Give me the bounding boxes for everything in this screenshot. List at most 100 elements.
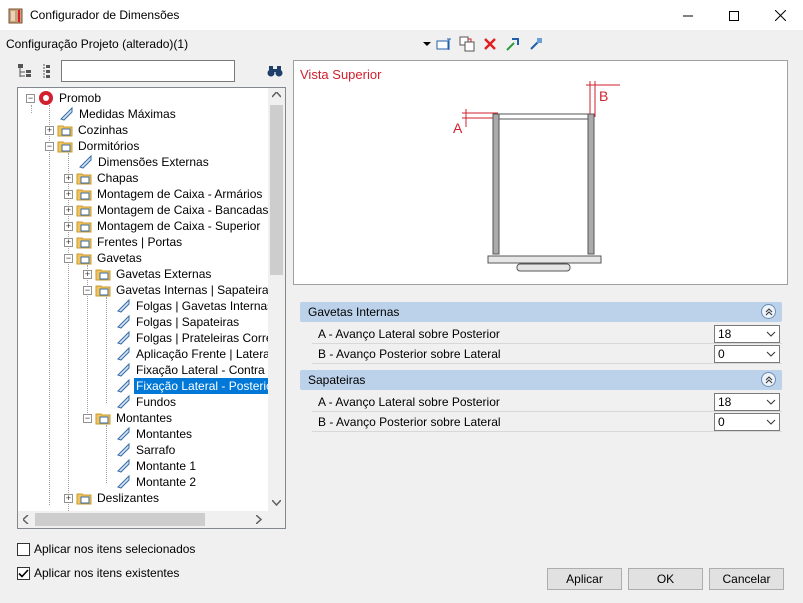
apply-existing-label: Aplicar nos itens existentes [34, 566, 180, 580]
tree-item-folgas-gavetas[interactable]: Folgas | Gavetas Internas [115, 298, 275, 314]
tree-item-chapas[interactable]: + Chapas [64, 170, 140, 186]
expand-toggle[interactable]: + [64, 173, 73, 183]
expand-toggle[interactable]: + [64, 221, 73, 231]
collapse-group-icon[interactable] [761, 372, 776, 387]
tree-item-montagem-superior[interactable]: + Montagem de Caixa - Superior [64, 218, 262, 234]
property-value: 0 [718, 347, 725, 361]
tree-horizontal-scrollbar[interactable] [18, 511, 268, 528]
tree-item-label-selected: Fixação Lateral - Posterior [134, 378, 279, 394]
tree-item-label: Gavetas [97, 251, 142, 265]
collapse-all-icon[interactable] [38, 62, 56, 80]
apply-selected-checkbox[interactable] [17, 542, 30, 556]
tree-item-fundos[interactable]: Fundos [115, 394, 178, 410]
tag-icon [117, 426, 130, 441]
apply-selected-label: Aplicar nos itens selecionados [34, 542, 196, 556]
delete-icon[interactable] [481, 35, 499, 53]
tree-item-fixacao-contra-frente[interactable]: Fixação Lateral - Contra Fre [115, 362, 286, 378]
scroll-down-icon[interactable] [272, 500, 281, 506]
scroll-up-icon[interactable] [272, 92, 281, 98]
minimize-button[interactable] [665, 0, 711, 31]
import-icon[interactable] [504, 35, 522, 53]
maximize-button[interactable] [711, 0, 757, 31]
tree-item-folgas-sapateiras[interactable]: Folgas | Sapateiras [115, 314, 241, 330]
tag-icon [117, 378, 130, 393]
folder-open-icon [76, 253, 92, 265]
expand-toggle[interactable]: + [64, 205, 73, 215]
tree-item-folgas-prateleiras[interactable]: Folgas | Prateleiras Corrediç [115, 330, 285, 346]
tree-item-label: Fundos [136, 395, 177, 409]
tree-item-aplicacao-frente[interactable]: Aplicação Frente | Lateral [115, 346, 275, 362]
tree-view[interactable]: − Promob Medidas Máximas + Cozinhas − Do… [17, 87, 286, 529]
property-value-dropdown[interactable]: 18 [714, 393, 780, 411]
tree-item-label: Folgas | Sapateiras [136, 315, 240, 329]
apply-existing-checkbox[interactable] [17, 566, 30, 580]
drawer-top-view-diagram [462, 81, 620, 272]
group-header-sapateiras[interactable]: Sapateiras [300, 370, 782, 390]
tree-scroll-thumb[interactable] [270, 105, 283, 275]
collapse-toggle[interactable]: − [64, 253, 73, 263]
scroll-right-icon[interactable] [256, 515, 262, 524]
tree-item-label: Chapas [97, 171, 139, 185]
property-label: B - Avanço Posterior sobre Lateral [318, 415, 501, 429]
tree-item-promob[interactable]: − Promob [26, 90, 103, 106]
binoculars-icon[interactable] [266, 62, 284, 80]
tree-vertical-scrollbar[interactable] [268, 88, 285, 511]
property-value: 18 [718, 395, 732, 409]
export-icon[interactable] [527, 35, 545, 53]
property-label: A - Avanço Lateral sobre Posterior [318, 395, 500, 409]
tree-hscroll-thumb[interactable] [35, 513, 205, 526]
tree-item-label: Fixação Lateral - Contra Fre [136, 363, 286, 377]
search-input[interactable] [61, 60, 235, 82]
tree-item-fixacao-posterior[interactable]: Fixação Lateral - Posterior [115, 378, 279, 394]
scroll-left-icon[interactable] [23, 515, 29, 524]
expand-toggle[interactable]: + [64, 493, 73, 503]
tree-item-dimensoes-externas[interactable]: Dimensões Externas [77, 154, 211, 170]
close-button[interactable] [757, 0, 803, 31]
apply-button[interactable]: Aplicar [547, 568, 622, 590]
tree-item-label: Montantes [116, 411, 173, 425]
collapse-group-icon[interactable] [761, 304, 776, 319]
tree-item-gavetas-internas[interactable]: − Gavetas Internas | Sapateiras | C [83, 282, 285, 298]
expand-toggle[interactable]: + [64, 237, 73, 247]
apply-existing-option[interactable]: Aplicar nos itens existentes [17, 566, 179, 580]
tree-item-frentes-portas[interactable]: + Frentes | Portas [64, 234, 184, 250]
tree-item-deslizantes[interactable]: + Deslizantes [64, 490, 161, 506]
property-value-dropdown[interactable]: 18 [714, 325, 780, 343]
tree-item-montagem-armarios[interactable]: + Montagem de Caixa - Armários [64, 186, 264, 202]
property-value: 18 [718, 327, 732, 341]
property-value-dropdown[interactable]: 0 [714, 345, 780, 363]
ok-button[interactable]: OK [628, 568, 703, 590]
tree-item-label: Frentes | Portas [97, 235, 183, 249]
tree-item-medidas-maximas[interactable]: Medidas Máximas [58, 106, 178, 122]
tree-item-montante-1[interactable]: Montante 1 [115, 458, 198, 474]
cancel-button[interactable]: Cancelar [709, 568, 784, 590]
expand-toggle[interactable]: + [83, 269, 92, 279]
folder-icon [76, 173, 92, 185]
tree-item-gavetas[interactable]: − Gavetas [64, 250, 144, 266]
copy-config-icon[interactable] [458, 35, 476, 53]
group-header-gavetas-internas[interactable]: Gavetas Internas [300, 302, 782, 322]
tree-item-cozinhas[interactable]: + Cozinhas [45, 122, 130, 138]
tree-item-montantes-folder[interactable]: − Montantes [83, 410, 174, 426]
collapse-toggle[interactable]: − [83, 285, 92, 295]
scroll-corner [268, 511, 285, 528]
apply-selected-option[interactable]: Aplicar nos itens selecionados [17, 542, 195, 556]
tree-item-label: Montantes [136, 427, 193, 441]
expand-toggle[interactable]: + [64, 189, 73, 199]
tree-item-dormitorios[interactable]: − Dormitórios [45, 138, 141, 154]
tree-item-montante-2[interactable]: Montante 2 [115, 474, 198, 490]
property-value-dropdown[interactable]: 0 [714, 413, 780, 431]
preview-panel: Vista Superior A B [293, 60, 788, 285]
collapse-toggle[interactable]: − [26, 93, 35, 103]
tree-item-montagem-bancadas[interactable]: + Montagem de Caixa - Bancadas | Cr [64, 202, 285, 218]
collapse-toggle[interactable]: − [83, 413, 92, 423]
collapse-toggle[interactable]: − [45, 141, 54, 151]
edit-config-icon[interactable] [434, 35, 452, 53]
tree-item-sarrafo[interactable]: Sarrafo [115, 442, 177, 458]
group-title: Sapateiras [308, 373, 366, 387]
tree-item-gavetas-externas[interactable]: + Gavetas Externas [83, 266, 213, 282]
tree-item-montantes[interactable]: Montantes [115, 426, 194, 442]
expand-toggle[interactable]: + [45, 125, 54, 135]
folder-icon [76, 237, 92, 249]
expand-all-icon[interactable] [16, 62, 34, 80]
